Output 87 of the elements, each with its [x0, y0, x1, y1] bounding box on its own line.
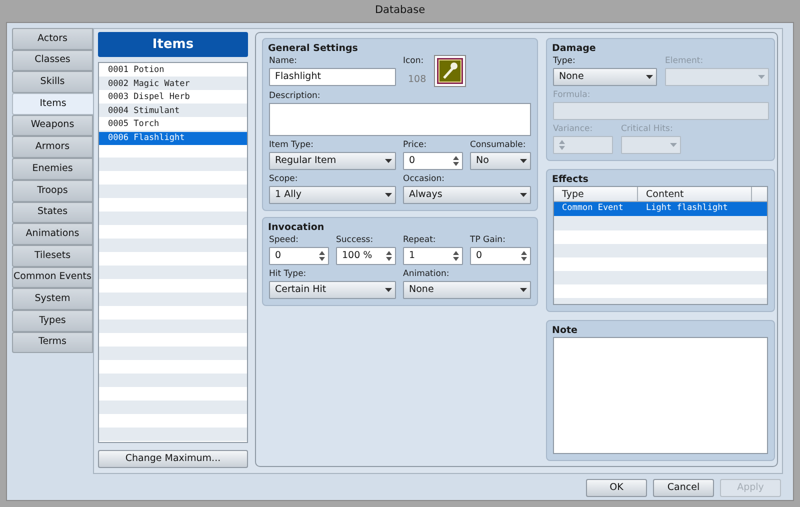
text-field[interactable]: Flashlight — [269, 68, 396, 86]
field-label: Consumable: — [470, 139, 527, 152]
spinner-arrows-icon — [386, 251, 392, 262]
spinner-field[interactable]: 0 — [403, 152, 463, 170]
table-cell-text: Light flashlight — [645, 202, 729, 215]
description-field[interactable] — [269, 103, 531, 136]
dropdown[interactable]: No — [470, 152, 531, 170]
category-tab[interactable]: Actors — [12, 28, 93, 50]
list-header: Items — [98, 32, 248, 57]
field-label: Scope: — [269, 173, 299, 186]
field-label: Speed: — [269, 234, 300, 248]
field-label: Variance: — [553, 123, 594, 136]
caret-icon — [646, 75, 653, 79]
field-label: TP Gain: — [470, 234, 506, 248]
category-tab[interactable]: System — [12, 288, 93, 310]
wand-icon — [434, 55, 466, 87]
list-item[interactable]: 0002 Magic Water — [99, 78, 247, 91]
caret-icon — [385, 288, 392, 292]
field-label: Hit Type: — [269, 268, 308, 282]
table-cell-text: Common Event — [561, 202, 624, 215]
group-title: Damage — [552, 42, 597, 55]
category-tab[interactable]: Classes — [12, 50, 93, 72]
dropdown[interactable]: None — [403, 281, 531, 300]
category-tab[interactable]: Animations — [12, 223, 93, 245]
field-label: Item Type: — [269, 139, 314, 152]
dialog-button[interactable]: Cancel — [653, 479, 714, 497]
column-header[interactable]: Type — [554, 187, 638, 201]
caret-icon — [670, 143, 677, 147]
field-label: Animation: — [403, 268, 450, 282]
field-label: Occasion: — [403, 173, 446, 186]
category-tab[interactable]: Weapons — [12, 114, 93, 136]
field-label: Type: — [553, 55, 576, 68]
spinner-arrows-icon — [453, 251, 459, 262]
caret-icon — [385, 159, 392, 164]
list-item[interactable]: 0005 Torch — [99, 118, 247, 132]
list-item[interactable]: 0006 Flashlight — [99, 132, 247, 145]
dropdown[interactable]: Certain Hit — [269, 281, 396, 300]
window-title: Database — [374, 3, 426, 18]
caret-icon — [385, 193, 392, 198]
category-tab[interactable]: Enemies — [12, 158, 93, 180]
dropdown[interactable]: Regular Item — [269, 152, 396, 170]
field-label: Name: — [269, 55, 298, 68]
dropdown[interactable]: Always — [403, 186, 531, 204]
spinner-arrows-icon — [521, 251, 527, 262]
caret-icon — [758, 75, 765, 79]
category-tab[interactable]: Terms — [12, 332, 93, 354]
change-maximum-button[interactable]: Change Maximum... — [98, 450, 248, 468]
group-title: Note — [552, 324, 578, 337]
spinner-arrows-icon — [559, 140, 565, 150]
field-label: Formula: — [553, 89, 592, 102]
dropdown[interactable]: None — [553, 68, 657, 86]
field-label: Success: — [336, 234, 374, 248]
field-label: Critical Hits: — [621, 123, 674, 136]
spinner-arrows-icon — [453, 156, 459, 166]
spinner-arrows-icon — [319, 251, 325, 262]
category-tab[interactable]: Troops — [12, 180, 93, 202]
category-tab[interactable]: Skills — [12, 71, 93, 94]
group-title: General Settings — [268, 42, 359, 55]
list-item[interactable]: 0003 Dispel Herb — [99, 91, 247, 104]
group-title: Effects — [552, 173, 590, 186]
note-field[interactable] — [553, 337, 768, 454]
field-label: Icon: — [403, 55, 425, 68]
field-label: Repeat: — [403, 234, 437, 248]
field-label: Element: — [665, 55, 704, 68]
group-title: Invocation — [268, 221, 326, 234]
category-tab[interactable]: Tilesets — [12, 244, 93, 267]
spinner-field[interactable]: 0 — [269, 247, 329, 266]
category-tab[interactable]: Types — [12, 310, 93, 332]
table-row[interactable]: Common Event Light flashlight — [554, 202, 767, 216]
column-header[interactable]: Content — [638, 187, 752, 201]
field-label: Description: — [269, 90, 322, 104]
field-label: Price: — [403, 139, 428, 152]
icon-number: 108 — [408, 73, 426, 87]
caret-icon — [520, 159, 527, 164]
dialog-button[interactable]: OK — [586, 479, 647, 497]
spinner-field[interactable]: 1 — [403, 247, 463, 266]
caret-icon — [520, 288, 527, 292]
list-item[interactable]: 0001 Potion — [99, 64, 247, 78]
caret-icon — [520, 193, 527, 198]
category-tab[interactable]: Common Events — [12, 266, 93, 288]
spinner-field[interactable]: 100 % — [336, 247, 396, 266]
category-tab[interactable]: Armors — [12, 136, 93, 158]
dropdown[interactable]: 1 Ally — [269, 186, 396, 204]
category-tab[interactable]: States — [12, 202, 93, 224]
list-item[interactable]: 0004 Stimulant — [99, 104, 247, 118]
category-tab[interactable]: Items — [12, 93, 94, 115]
spinner-field[interactable]: 0 — [470, 247, 531, 266]
